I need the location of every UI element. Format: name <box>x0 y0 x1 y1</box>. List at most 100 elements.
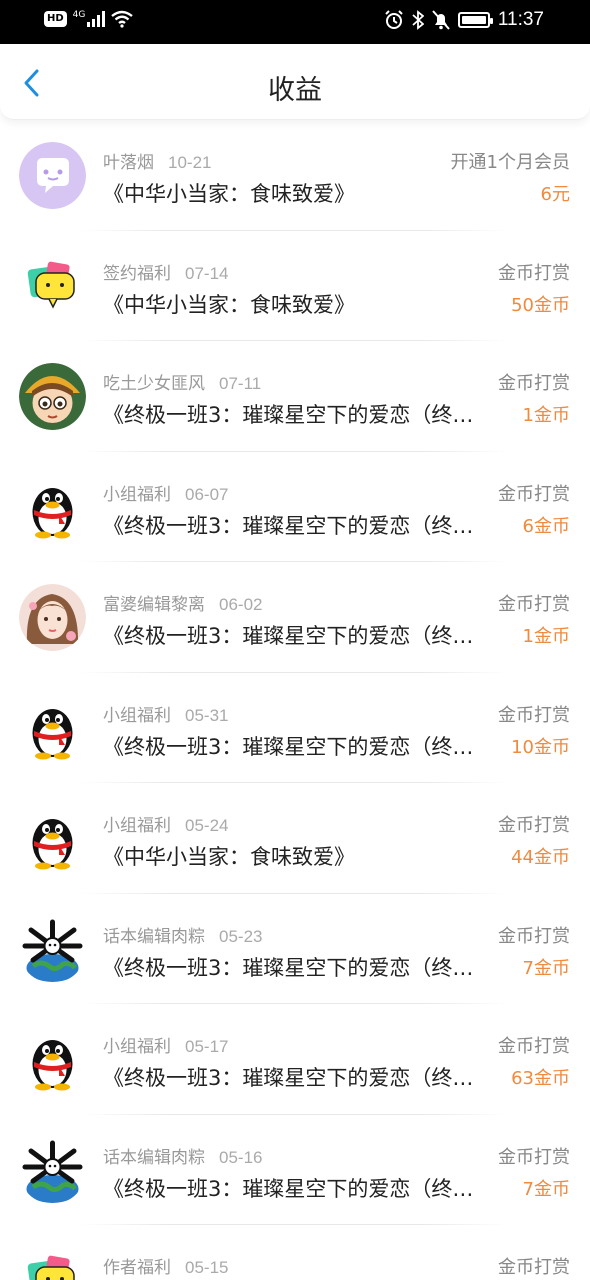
chat-bubble-avatar[interactable] <box>19 142 86 209</box>
earning-record-row[interactable]: 吃土少女匪风 07-11 《终极一班3：璀璨星空下的爱恋（终极一班3：璀璨星空下的… <box>0 341 590 452</box>
anime-girl-icon <box>19 363 86 430</box>
earning-record-row[interactable]: 话本编辑肉粽 05-23 《终极一班3：璀璨星空下的爱恋（终极一班3：璀璨星空下的… <box>0 894 590 1004</box>
earning-record-row[interactable]: 叶落烟 10-21 《中华小当家：食味致爱》 开通1个月会员 6元 <box>0 120 590 231</box>
book-title: 《终极一班3：璀璨星空下的爱恋（终极一班3：璀璨星空下的爱恋） <box>103 403 478 427</box>
reward-amount: 7金币 <box>522 957 570 979</box>
penguin-avatar[interactable] <box>19 1026 86 1093</box>
yellow-speech-icon <box>19 1247 86 1280</box>
book-title: 《终极一班3：璀璨星空下的爱恋（终极一班3：璀璨星空下的爱恋） <box>103 1176 478 1201</box>
earning-record-row[interactable]: 话本编辑肉粽 05-16 《终极一班3：璀璨星空下的爱恋（终极一班3：璀璨星空下的… <box>0 1115 590 1225</box>
record-meta: 富婆编辑黎离 06-02 <box>103 590 262 615</box>
record-date: 05-15 <box>185 1258 229 1277</box>
reward-type: 金币打赏 <box>498 373 570 394</box>
penguin-avatar[interactable] <box>19 473 86 541</box>
globe-avatar[interactable] <box>19 915 86 983</box>
penguin-avatar[interactable] <box>19 805 86 872</box>
sender-name: 叶落烟 <box>103 153 154 173</box>
record-meta: 作者福利 05-15 <box>103 1253 228 1278</box>
penguin-icon <box>19 694 86 762</box>
reward-amount: 7金币 <box>522 1178 570 1200</box>
alarm-icon <box>385 10 403 29</box>
mute-bell-icon <box>432 10 450 30</box>
record-date: 05-23 <box>219 926 263 946</box>
record-date: 07-14 <box>185 263 229 283</box>
record-meta: 吃土少女匪风 07-11 <box>103 369 261 394</box>
anime-girl-avatar[interactable] <box>19 363 86 430</box>
reward-type: 金币打赏 <box>498 1257 570 1278</box>
reward-amount: 10金币 <box>511 736 570 758</box>
sender-name: 吃土少女匪风 <box>103 374 205 394</box>
record-meta: 小组福利 05-31 <box>103 701 228 726</box>
book-title: 《终极一班3：璀璨星空下的爱恋（终极一班3：璀璨星空下的爱恋） <box>103 513 478 538</box>
book-title: 《终极一班3：璀璨星空下的爱恋（终极一班3：璀璨星空下的爱恋） <box>103 955 478 980</box>
reward-type: 金币打赏 <box>498 815 570 836</box>
reward-type: 金币打赏 <box>498 925 570 947</box>
record-date: 10-21 <box>168 153 212 172</box>
hd-badge: HD <box>44 11 67 27</box>
earning-record-row[interactable]: 小组福利 06-07 《终极一班3：璀璨星空下的爱恋（终极一班3：璀璨星空下的爱恋… <box>0 452 590 562</box>
globe-icon <box>19 915 86 983</box>
sender-name: 话本编辑肉粽 <box>103 926 205 947</box>
record-meta: 话本编辑肉粽 05-16 <box>103 1143 262 1168</box>
reward-type: 金币打赏 <box>498 483 570 505</box>
earning-record-row[interactable]: 小组福利 05-24 《中华小当家：食味致爱》 金币打赏 44金币 <box>0 783 590 894</box>
reward-amount: 1金币 <box>522 405 570 426</box>
wifi-icon <box>111 10 134 28</box>
page-header: 收益 <box>0 44 590 120</box>
network-label: 4G <box>72 10 86 20</box>
portrait-icon <box>19 584 86 651</box>
earning-record-row[interactable]: 作者福利 05-15 金币打赏 <box>0 1225 590 1280</box>
book-title: 《中华小当家：食味致爱》 <box>103 845 355 869</box>
globe-icon <box>19 1136 86 1204</box>
earning-record-row[interactable]: 签约福利 07-14 《中华小当家：食味致爱》 金币打赏 50金币 <box>0 231 590 341</box>
sender-name: 作者福利 <box>103 1258 171 1278</box>
book-title: 《终极一班3：璀璨星空下的爱恋（终极一班3：璀璨星空下的爱恋） <box>103 1066 478 1090</box>
sender-name: 小组福利 <box>103 705 171 726</box>
status-right: 11:37 <box>384 9 544 31</box>
globe-avatar[interactable] <box>19 1136 86 1204</box>
reward-type: 金币打赏 <box>498 262 570 284</box>
record-date: 05-31 <box>185 705 229 725</box>
reward-amount: 6金币 <box>522 515 570 537</box>
record-meta: 签约福利 07-14 <box>103 259 228 284</box>
sender-name: 签约福利 <box>103 263 171 284</box>
chat-bubble-icon <box>19 142 86 209</box>
record-meta: 小组福利 05-24 <box>103 811 228 836</box>
record-date: 05-17 <box>185 1037 229 1056</box>
book-title: 《终极一班3：璀璨星空下的爱恋（终极一班3：璀璨星空下的爱恋） <box>103 624 478 648</box>
sender-name: 话本编辑肉粽 <box>103 1147 205 1168</box>
penguin-icon <box>19 473 86 541</box>
reward-amount: 50金币 <box>511 294 570 316</box>
status-bar: HD 4G 11:37 <box>0 0 590 44</box>
record-date: 05-24 <box>185 816 229 835</box>
clock: 11:37 <box>497 9 544 30</box>
reward-type: 金币打赏 <box>498 1146 570 1168</box>
record-date: 06-07 <box>185 484 229 504</box>
yellow-speech-avatar[interactable] <box>19 1247 86 1280</box>
portrait-avatar[interactable] <box>19 584 86 651</box>
reward-amount: 1金币 <box>522 626 570 647</box>
yellow-speech-icon <box>19 252 86 320</box>
sender-name: 小组福利 <box>103 1037 171 1057</box>
page-title: 收益 <box>268 75 322 106</box>
record-date: 06-02 <box>219 595 263 614</box>
reward-type: 金币打赏 <box>498 704 570 726</box>
sender-name: 富婆编辑黎离 <box>103 595 205 615</box>
sender-name: 小组福利 <box>103 816 171 836</box>
record-meta: 叶落烟 10-21 <box>103 148 211 173</box>
record-meta: 小组福利 05-17 <box>103 1032 228 1057</box>
earning-record-row[interactable]: 富婆编辑黎离 06-02 《终极一班3：璀璨星空下的爱恋（终极一班3：璀璨星空下的… <box>0 562 590 673</box>
sender-name: 小组福利 <box>103 484 171 505</box>
reward-type: 金币打赏 <box>498 1036 570 1057</box>
battery-icon <box>457 12 493 28</box>
book-title: 《终极一班3：璀璨星空下的爱恋（终极一班3：璀璨星空下的爱恋） <box>103 734 478 759</box>
yellow-speech-avatar[interactable] <box>19 252 86 320</box>
bluetooth-icon <box>412 10 424 30</box>
penguin-avatar[interactable] <box>19 694 86 762</box>
status-left: HD 4G <box>44 10 134 28</box>
book-title: 《中华小当家：食味致爱》 <box>103 182 355 206</box>
earning-record-row[interactable]: 小组福利 05-17 《终极一班3：璀璨星空下的爱恋（终极一班3：璀璨星空下的爱恋… <box>0 1004 590 1115</box>
reward-amount: 63金币 <box>511 1068 570 1089</box>
earning-record-row[interactable]: 小组福利 05-31 《终极一班3：璀璨星空下的爱恋（终极一班3：璀璨星空下的爱恋… <box>0 673 590 783</box>
penguin-icon <box>19 1026 86 1093</box>
